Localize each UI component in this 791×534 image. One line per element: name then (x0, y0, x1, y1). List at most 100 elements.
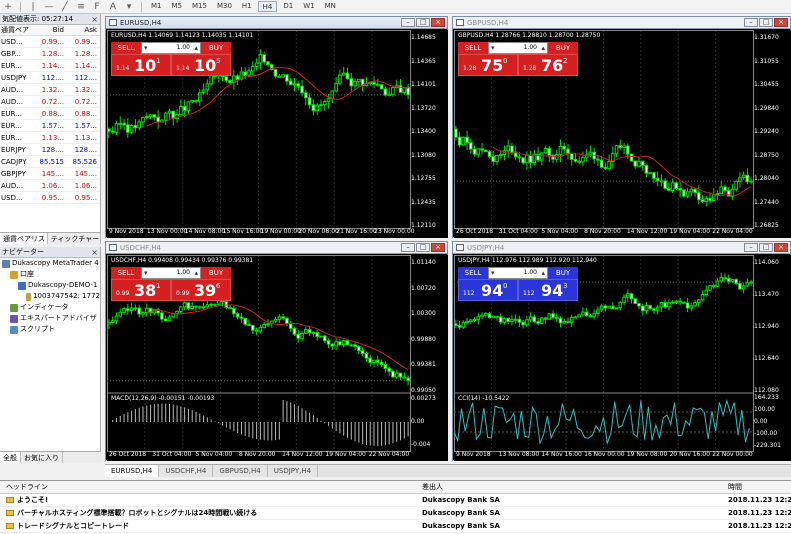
market-watch-row[interactable]: EUR... 0.88... 0.88... (0, 108, 100, 120)
chart-tab[interactable]: GBPUSD,H4 (213, 465, 268, 477)
maximize-button[interactable]: □ (759, 243, 773, 252)
chart-plot[interactable]: USDJPY,H4 112.976 112.989 112.920 112.94… (454, 255, 791, 461)
lot-size-input[interactable]: 1.00 (141, 267, 201, 279)
column-symbol[interactable]: 通貨ペア (0, 25, 33, 35)
chart-window-gbpusd[interactable]: GBPUSD,H4 – □ × GBPUSD,H4 1.28766 1.28810 1.… (452, 16, 791, 238)
timeframe-h1-button[interactable]: H1 (238, 1, 256, 12)
market-watch-row[interactable]: CADJPY 85.515 85.526 (0, 156, 100, 168)
channel-icon[interactable]: ≡ (75, 2, 87, 12)
buy-button[interactable]: BUY (201, 42, 231, 54)
buy-button[interactable]: BUY (548, 267, 578, 279)
navigator-item[interactable]: インディケータ (0, 302, 100, 313)
minimize-button[interactable]: – (744, 243, 758, 252)
timeframe-m15-button[interactable]: M15 (188, 1, 211, 12)
fibonacci-icon[interactable]: F (91, 2, 103, 12)
chart-tab[interactable]: USDCHF,H4 (159, 465, 214, 477)
chart-plot[interactable]: USDCHF,H4 0.99408 0.99434 0.99376 0.9938… (107, 255, 448, 461)
timeframe-m30-button[interactable]: M30 (213, 1, 236, 12)
tab-favorites[interactable]: お気に入り (21, 452, 63, 463)
vertical-line-icon[interactable]: | (27, 2, 39, 12)
tab-symbols[interactable]: 通貨ペアリスト (0, 233, 48, 244)
minimize-button[interactable]: – (401, 243, 415, 252)
tab-common[interactable]: 全般 (0, 452, 21, 463)
maximize-button[interactable]: □ (416, 243, 430, 252)
chart-tab[interactable]: USDJPY,H4 (268, 465, 319, 477)
chart-window-usdjpy[interactable]: USDJPY,H4 – □ × USDJPY,H4 112.976 112.989 11… (452, 241, 791, 461)
column-sender[interactable]: 差出人 (418, 481, 728, 493)
sell-button[interactable]: SELL (111, 42, 141, 54)
market-watch-row[interactable]: GBPJPY 145.... 145.... (0, 168, 100, 180)
timeframe-mn-button[interactable]: MN (321, 1, 340, 12)
column-bid[interactable]: Bid (33, 25, 66, 35)
text-icon[interactable]: A (107, 2, 119, 12)
market-watch-row[interactable]: AUD... 1.06... 1.06... (0, 180, 100, 192)
navigator-item[interactable]: 口座 (0, 269, 100, 280)
timeframe-m1-button[interactable]: M1 (147, 1, 166, 12)
navigator-item[interactable]: エキスパートアドバイザ (0, 313, 100, 324)
symbol-cell: EURJPY (1, 146, 26, 154)
market-watch-row[interactable]: USD... 0.95... 0.95... (0, 192, 100, 204)
close-icon[interactable]: × (91, 247, 98, 258)
close-button[interactable]: × (431, 243, 445, 252)
buy-price-box[interactable]: 1.14 10 5 (171, 54, 231, 76)
timeframe-m5-button[interactable]: M5 (168, 1, 187, 12)
candle-body (232, 307, 236, 315)
market-watch-row[interactable]: USDJPY 112.... 112.... (0, 72, 100, 84)
column-ask[interactable]: Ask (66, 25, 99, 35)
navigator-item[interactable]: 1003747542: 1772 (0, 291, 100, 302)
crosshair-icon[interactable]: + (2, 2, 14, 12)
lot-size-input[interactable]: 1.00 (488, 267, 548, 279)
sell-button[interactable]: SELL (458, 267, 488, 279)
buy-price-box[interactable]: 112 94 3 (518, 279, 578, 301)
chart-window-eurusd[interactable]: EURUSD,H4 – □ × EURUSD,H4 1.14069 1.14123 1.… (105, 16, 448, 238)
chart-plot[interactable]: GBPUSD,H4 1.28766 1.28810 1.28700 1.2875… (454, 30, 791, 238)
sell-button[interactable]: SELL (111, 267, 141, 279)
horizontal-line-icon[interactable]: — (43, 2, 55, 12)
news-row[interactable]: トレードシグナルとコピートレード Dukascopy Bank SA 2018.11… (0, 520, 791, 533)
market-watch-row[interactable]: EUR... 1.57... 1.57... (0, 120, 100, 132)
chart-plot[interactable]: EURUSD,H4 1.14069 1.14123 1.14035 1.1410… (107, 30, 448, 238)
sell-price-box[interactable]: 0.99 38 1 (111, 279, 171, 301)
chart-window-usdchf[interactable]: USDCHF,H4 – □ × USDCHF,H4 0.99408 0.99434 0.… (105, 241, 448, 461)
lot-size-input[interactable]: 1.00 (141, 42, 201, 54)
column-time[interactable]: 時間 (728, 481, 791, 493)
sell-price-box[interactable]: 112 94 0 (458, 279, 518, 301)
market-watch-row[interactable]: GBP... 1.28... 1.28... (0, 48, 100, 60)
maximize-button[interactable]: □ (759, 18, 773, 27)
sell-price-box[interactable]: 1.28 75 0 (458, 54, 518, 76)
close-icon[interactable]: × (91, 14, 98, 25)
sell-price-box[interactable]: 1.14 10 1 (111, 54, 171, 76)
trendline-icon[interactable]: ╱ (59, 2, 71, 12)
minimize-button[interactable]: – (744, 18, 758, 27)
close-button[interactable]: × (774, 18, 788, 27)
maximize-button[interactable]: □ (416, 18, 430, 27)
window-buttons: – □ × (743, 243, 788, 252)
chart-tab[interactable]: EURUSD,H4 (105, 465, 160, 477)
tab-tick-chart[interactable]: ティックチャート (48, 233, 101, 244)
navigator-item[interactable]: Dukascopy-DEMO-1 (0, 280, 100, 291)
timeframe-d1-button[interactable]: D1 (279, 1, 297, 12)
column-headline[interactable]: ヘッドライン (0, 481, 418, 493)
market-watch-row[interactable]: EUR... 1.14... 1.14... (0, 60, 100, 72)
market-watch-row[interactable]: USD... 0.99... 0.99... (0, 36, 100, 48)
market-watch-row[interactable]: AUD... 0.72... 0.72... (0, 96, 100, 108)
news-row[interactable]: ようこそ! Dukascopy Bank SA 2018.11.23 12:21 (0, 494, 791, 507)
close-button[interactable]: × (431, 18, 445, 27)
buy-button[interactable]: BUY (201, 267, 231, 279)
sell-button[interactable]: SELL (458, 42, 488, 54)
navigator-item[interactable]: スクリプト (0, 324, 100, 335)
minimize-button[interactable]: – (401, 18, 415, 27)
navigator-item[interactable]: Dukascopy MetaTrader 4 (0, 258, 100, 269)
arrow-icon[interactable]: ▾ (123, 2, 135, 12)
buy-price-box[interactable]: 1.28 76 2 (518, 54, 578, 76)
market-watch-row[interactable]: AUD... 1.32... 1.32... (0, 84, 100, 96)
close-button[interactable]: × (774, 243, 788, 252)
market-watch-row[interactable]: EURJPY 128.... 128.... (0, 144, 100, 156)
timeframe-w1-button[interactable]: W1 (299, 1, 318, 12)
timeframe-h4-button[interactable]: H4 (257, 1, 278, 12)
buy-button[interactable]: BUY (548, 42, 578, 54)
buy-price-box[interactable]: 0.99 39 6 (171, 279, 231, 301)
market-watch-row[interactable]: EUR... 1.13... 1.13... (0, 132, 100, 144)
lot-size-input[interactable]: 1.00 (488, 42, 548, 54)
news-row[interactable]: バーチャルホスティング標準搭載？ロボットとシグナルは24時間戦い続ける Dukas… (0, 507, 791, 520)
